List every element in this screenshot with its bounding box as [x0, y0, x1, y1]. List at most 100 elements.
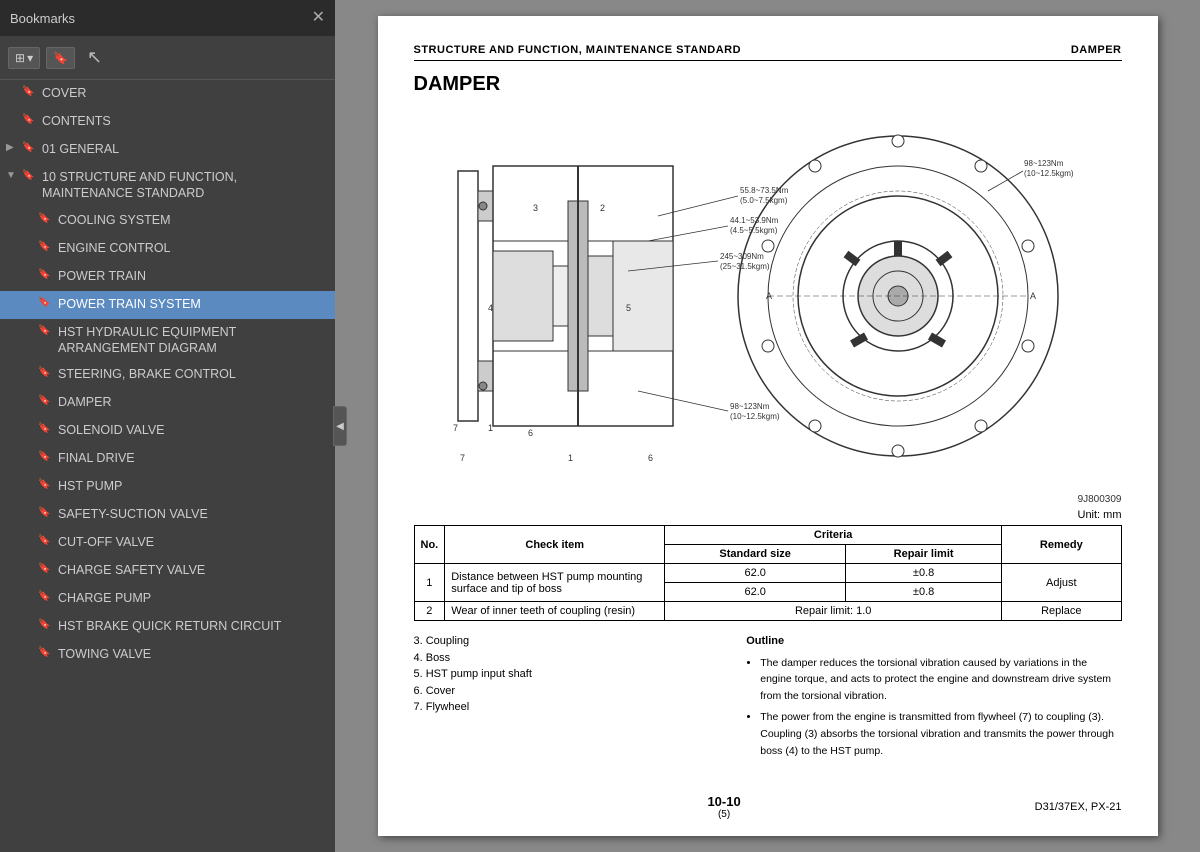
bottom-left-item: 7. Flywheel: [414, 699, 727, 716]
sidebar-item-towing[interactable]: ▶🔖TOWING VALVE: [0, 641, 335, 669]
col-criteria-header: Criteria: [665, 526, 1002, 545]
bookmark-icon: 🔖: [22, 142, 36, 153]
svg-text:6: 6: [528, 428, 533, 438]
cell-no: 1: [414, 564, 445, 602]
svg-text:2: 2: [600, 203, 605, 213]
svg-text:3: 3: [533, 203, 538, 213]
svg-text:98~123Nm: 98~123Nm: [1024, 159, 1064, 168]
bookmark-icon: 🔖: [38, 507, 52, 518]
sidebar-item-power-train-system[interactable]: ▶🔖POWER TRAIN SYSTEM: [0, 291, 335, 319]
sidebar-item-hst-pump[interactable]: ▶🔖HST PUMP: [0, 473, 335, 501]
outline-bullets: The damper reduces the torsional vibrati…: [746, 655, 1121, 760]
svg-text:44.1~53.9Nm: 44.1~53.9Nm: [730, 216, 779, 225]
figure-number: 9J800309: [414, 494, 1122, 505]
sidebar-item-label: SAFETY-SUCTION VALVE: [58, 506, 329, 522]
sidebar-item-label: CONTENTS: [42, 113, 329, 129]
outline-bullet: The damper reduces the torsional vibrati…: [760, 655, 1121, 705]
view-options-button[interactable]: ⊞ ▾: [8, 47, 40, 69]
sidebar-item-safety-suction[interactable]: ▶🔖SAFETY-SUCTION VALVE: [0, 501, 335, 529]
sidebar-item-engine-control[interactable]: ▶🔖ENGINE CONTROL: [0, 235, 335, 263]
col-no-header: No.: [414, 526, 445, 564]
cell-check-item: Distance between HST pump mounting surfa…: [445, 564, 665, 602]
cell-no2: 2: [414, 602, 445, 621]
sidebar-item-contents[interactable]: ▶🔖CONTENTS: [0, 108, 335, 136]
cell-standard-size-label: 62.0: [665, 564, 846, 583]
bottom-right-outline: Outline The damper reduces the torsional…: [746, 633, 1121, 763]
add-bookmark-button[interactable]: 🔖: [46, 47, 75, 69]
table-row: 1 Distance between HST pump mounting sur…: [414, 564, 1121, 583]
cursor-indicator: ↖: [87, 47, 102, 68]
svg-text:245~309Nm: 245~309Nm: [720, 252, 764, 261]
bottom-left-item: 6. Cover: [414, 683, 727, 700]
svg-text:98~123Nm: 98~123Nm: [730, 402, 770, 411]
unit-label: Unit: mm: [414, 509, 1122, 521]
sidebar-item-steering[interactable]: ▶🔖STEERING, BRAKE CONTROL: [0, 361, 335, 389]
bookmark-icon: 🔖: [38, 591, 52, 602]
sidebar-item-label: STEERING, BRAKE CONTROL: [58, 366, 329, 382]
sidebar-item-power-train[interactable]: ▶🔖POWER TRAIN: [0, 263, 335, 291]
sidebar-item-charge-safety[interactable]: ▶🔖CHARGE SAFETY VALVE: [0, 557, 335, 585]
bookmark-icon: 🔖: [38, 367, 52, 378]
bottom-left-item: 5. HST pump input shaft: [414, 666, 727, 683]
table-body: 1 Distance between HST pump mounting sur…: [414, 564, 1121, 621]
sidebar-item-label: 10 STRUCTURE AND FUNCTION, MAINTENANCE S…: [42, 169, 329, 202]
sidebar-item-cut-off[interactable]: ▶🔖CUT-OFF VALVE: [0, 529, 335, 557]
sidebar-item-label: POWER TRAIN SYSTEM: [58, 296, 329, 312]
page-header-right: DAMPER: [1071, 44, 1122, 56]
page-number-sub: (5): [707, 809, 740, 820]
collapse-sidebar-button[interactable]: ◀: [333, 406, 347, 446]
expand-arrow-right: [6, 142, 14, 153]
cell-check-item2: Wear of inner teeth of coupling (resin): [445, 602, 665, 621]
page-header-left: STRUCTURE AND FUNCTION, MAINTENANCE STAN…: [414, 44, 742, 56]
svg-text:55.8~73.5Nm: 55.8~73.5Nm: [740, 186, 789, 195]
sidebar-toolbar: ⊞ ▾ 🔖 ↖: [0, 36, 335, 80]
cell-remedy: Adjust: [1002, 564, 1121, 602]
svg-text:1: 1: [568, 453, 573, 463]
col-check-item-header: Check item: [445, 526, 665, 564]
sidebar-item-hst-brake[interactable]: ▶🔖HST BRAKE QUICK RETURN CIRCUIT: [0, 613, 335, 641]
sidebar-item-structure[interactable]: 🔖10 STRUCTURE AND FUNCTION, MAINTENANCE …: [0, 164, 335, 207]
sidebar-item-label: ENGINE CONTROL: [58, 240, 329, 256]
svg-text:(5.0~7.5kgm): (5.0~7.5kgm): [740, 196, 788, 205]
sidebar-item-general[interactable]: 🔖01 GENERAL: [0, 136, 335, 164]
main-content-area: STRUCTURE AND FUNCTION, MAINTENANCE STAN…: [335, 0, 1200, 852]
sidebar-tree: ▶🔖COVER▶🔖CONTENTS🔖01 GENERAL🔖10 STRUCTUR…: [0, 80, 335, 852]
sidebar-item-charge-pump[interactable]: ▶🔖CHARGE PUMP: [0, 585, 335, 613]
cell-standard-val: 62.0: [665, 583, 846, 602]
sidebar-item-label: CUT-OFF VALVE: [58, 534, 329, 550]
bottom-section: 3. Coupling4. Boss5. HST pump input shaf…: [414, 633, 1122, 763]
page-number-main: 10-10: [707, 794, 740, 809]
bookmark-icon: 🔖: [38, 395, 52, 406]
bookmark-icon: 🔖: [38, 241, 52, 252]
page-header: STRUCTURE AND FUNCTION, MAINTENANCE STAN…: [414, 44, 1122, 61]
table-row: 2 Wear of inner teeth of coupling (resin…: [414, 602, 1121, 621]
sidebar-item-cover[interactable]: ▶🔖COVER: [0, 80, 335, 108]
bookmark-icon: 🔖: [38, 479, 52, 490]
sidebar-item-solenoid[interactable]: ▶🔖SOLENOID VALVE: [0, 417, 335, 445]
cell-repair-val: ±0.8: [846, 583, 1002, 602]
sidebar-item-cooling[interactable]: ▶🔖COOLING SYSTEM: [0, 207, 335, 235]
bookmark-icon: 🔖: [38, 647, 52, 658]
sidebar-item-damper[interactable]: ▶🔖DAMPER: [0, 389, 335, 417]
sidebar-title: Bookmarks: [10, 11, 75, 26]
sidebar-title-bar: Bookmarks ✕: [0, 0, 335, 36]
sidebar-close-button[interactable]: ✕: [312, 10, 325, 26]
sidebar-item-label: HST HYDRAULIC EQUIPMENT ARRANGEMENT DIAG…: [58, 324, 329, 357]
col-standard-size-header: Standard size: [665, 545, 846, 564]
svg-text:7: 7: [460, 453, 465, 463]
svg-text:7: 7: [453, 423, 458, 433]
sidebar-item-label: TOWING VALVE: [58, 646, 329, 662]
page-number-area: 10-10 (5): [707, 794, 740, 820]
technical-diagram: 7 1 6: [414, 106, 1122, 486]
sidebar-item-label: DAMPER: [58, 394, 329, 410]
sidebar-item-hst-hydraulic[interactable]: ▶🔖HST HYDRAULIC EQUIPMENT ARRANGEMENT DI…: [0, 319, 335, 362]
bookmark-icon: 🔖: [38, 325, 52, 336]
bookmark-icon: 🔖: [38, 563, 52, 574]
view-icon: ⊞: [15, 51, 25, 65]
sidebar-item-label: COOLING SYSTEM: [58, 212, 329, 228]
svg-text:A: A: [1030, 291, 1036, 301]
sidebar-item-label: CHARGE PUMP: [58, 590, 329, 606]
bookmark-icon: 🔖: [38, 535, 52, 546]
bottom-left-item: 4. Boss: [414, 650, 727, 667]
sidebar-item-final-drive[interactable]: ▶🔖FINAL DRIVE: [0, 445, 335, 473]
